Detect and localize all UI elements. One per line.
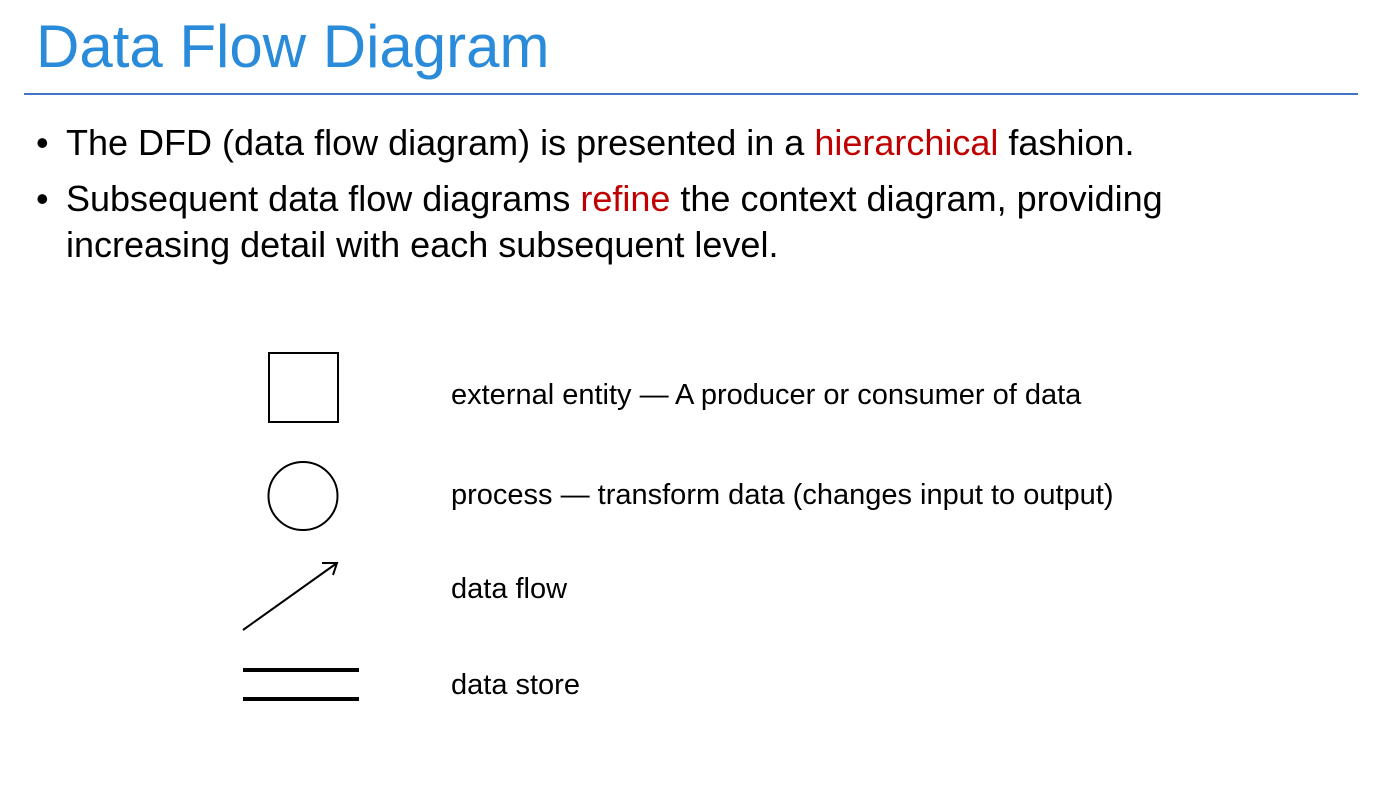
- bullet-dot: •: [36, 178, 49, 219]
- square-icon: [268, 352, 339, 423]
- double-line-icon: [243, 668, 359, 701]
- circle-icon: [267, 461, 339, 531]
- bullet-highlight: hierarchical: [814, 122, 999, 163]
- legend-label-data-store: data store: [451, 669, 580, 701]
- legend-label-data-flow: data flow: [451, 573, 568, 605]
- bullet-dot: •: [36, 122, 49, 163]
- bullet-item: • Subsequent data flow diagrams refine th…: [36, 176, 1336, 268]
- title-divider: [24, 93, 1358, 95]
- legend-label-process: process — transform data (changes input …: [451, 479, 1114, 511]
- slide-title: Data Flow Diagram: [36, 13, 550, 80]
- bullet-text-pre: Subsequent data flow diagrams: [66, 178, 581, 219]
- legend-label-external-entity: external entity — A producer or consumer…: [451, 379, 1082, 411]
- bullet-list: • The DFD (data flow diagram) is presente…: [36, 120, 1336, 278]
- arrow-icon: [242, 562, 339, 631]
- bullet-text-post: fashion.: [998, 122, 1135, 163]
- bullet-item: • The DFD (data flow diagram) is presente…: [36, 120, 1336, 166]
- bullet-text-pre: The DFD (data flow diagram) is presented…: [66, 122, 815, 163]
- bullet-highlight: refine: [580, 178, 671, 219]
